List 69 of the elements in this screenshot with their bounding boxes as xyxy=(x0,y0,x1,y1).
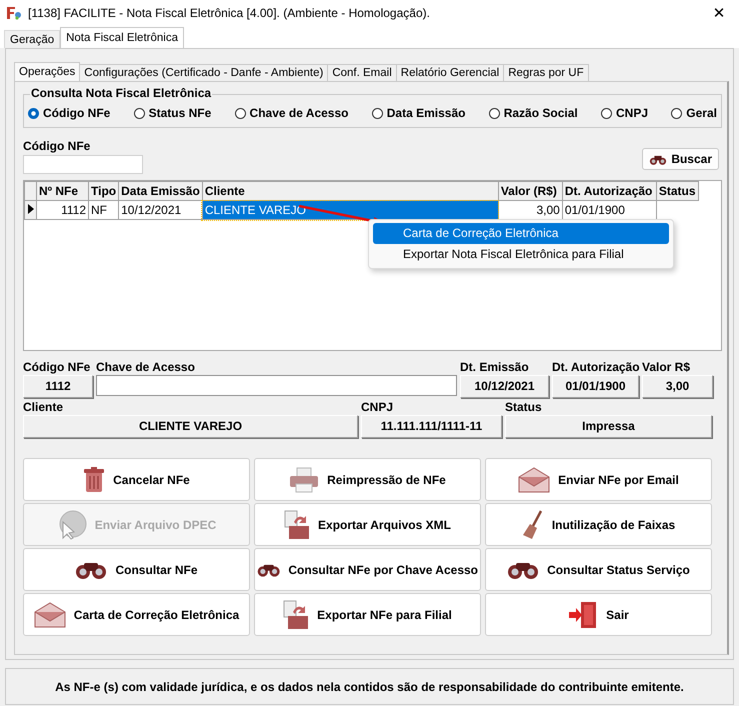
column-header[interactable]: Nº NFe xyxy=(36,182,88,200)
globe-cursor-icon xyxy=(56,510,87,540)
column-header[interactable]: Status xyxy=(656,182,698,200)
table-cell: NF xyxy=(88,200,119,220)
field-label: Código NFe xyxy=(23,139,92,153)
radio-option[interactable]: Código NFe xyxy=(28,106,110,120)
field-label: Status xyxy=(505,400,543,414)
table-cell: 1112 xyxy=(36,200,88,220)
search-button[interactable]: Buscar xyxy=(642,148,719,170)
window-title: [1138] FACILITE - Nota Fiscal Eletrônica [4.00]. (Ambiente - Homologação). xyxy=(28,6,431,20)
radio-option[interactable]: Razão Social xyxy=(488,106,578,120)
radio-option[interactable]: Data Emissão xyxy=(372,106,466,120)
input-field[interactable] xyxy=(96,375,457,396)
field-label: Dt. Emissão xyxy=(460,360,530,374)
column-header[interactable]: Data Emissão xyxy=(118,182,202,200)
field-label: Valor R$ xyxy=(642,360,692,374)
action-button[interactable]: Cancelar NFe xyxy=(23,458,250,501)
action-button[interactable]: Exportar NFe para Filial xyxy=(254,593,481,636)
value-display: 01/01/1900 xyxy=(552,375,639,398)
group-title: Consulta Nota Fiscal Eletrônica xyxy=(30,86,212,100)
app-logo-icon xyxy=(6,5,22,21)
value-display: Impressa xyxy=(505,415,712,438)
radio-option[interactable]: Status NFe xyxy=(134,106,212,120)
action-button[interactable]: Carta de Correção Eletrônica xyxy=(23,593,250,636)
value-display: 11.111.111/1111-11 xyxy=(361,415,502,438)
tab[interactable]: Configurações (Certificado - Danfe - Ambiente) xyxy=(79,64,328,81)
value-display: CLIENTE VAREJO xyxy=(23,415,358,438)
action-button[interactable]: Inutilização de Faixas xyxy=(485,503,712,546)
export-box-icon xyxy=(284,510,310,540)
envelope-icon xyxy=(518,466,550,492)
column-header[interactable]: Cliente xyxy=(202,182,498,200)
action-button[interactable]: Consultar NFe por Chave Acesso xyxy=(254,548,481,591)
tab[interactable]: Operações xyxy=(14,62,80,81)
close-button[interactable]: ✕ xyxy=(699,0,739,26)
action-button[interactable]: Consultar Status Serviço xyxy=(485,548,712,591)
field-label: Dt. Autorização xyxy=(552,360,639,374)
column-header[interactable]: Dt. Autorização xyxy=(562,182,656,200)
field-label: Cliente xyxy=(23,400,64,414)
menu-item[interactable]: Exportar Nota Fiscal Eletrônica para Filial xyxy=(373,244,669,265)
trash-icon xyxy=(83,466,106,492)
envelope-icon xyxy=(34,602,66,628)
export-box-icon xyxy=(283,600,310,630)
search-field[interactable] xyxy=(23,155,143,174)
field-label: CNPJ xyxy=(361,400,394,414)
tab[interactable]: Nota Fiscal Eletrônica xyxy=(60,27,184,48)
column-header[interactable]: Valor (R$) xyxy=(498,182,562,200)
column-header[interactable]: Tipo xyxy=(88,182,119,200)
table-cell: CLIENTE VAREJO xyxy=(202,200,498,220)
action-button[interactable]: Sair xyxy=(485,593,712,636)
menu-item[interactable]: Carta de Correção Eletrônica xyxy=(373,223,669,244)
action-button[interactable]: Consultar NFe xyxy=(23,548,250,591)
field-label: Chave de Acesso xyxy=(96,360,196,374)
radio-option[interactable]: Geral xyxy=(671,106,717,120)
value-display: 1112 xyxy=(23,375,93,398)
value-display: 10/12/2021 xyxy=(460,375,549,398)
printer-icon xyxy=(289,466,320,492)
action-button[interactable]: Exportar Arquivos XML xyxy=(254,503,481,546)
tab[interactable]: Regras por UF xyxy=(503,64,589,81)
tab[interactable]: Geração xyxy=(4,30,60,48)
radio-option[interactable]: Chave de Acesso xyxy=(234,106,348,120)
broom-icon xyxy=(522,510,544,540)
row-pointer-icon xyxy=(28,204,34,214)
value-display: 3,00 xyxy=(642,375,713,398)
field-label: Código NFe xyxy=(23,360,92,374)
exit-door-icon xyxy=(568,600,598,628)
status-message: As NF-e (s) com validade jurídica, e os dados nela contidos são de responsabilidade do contribuinte emitente. xyxy=(5,668,734,705)
action-button[interactable]: Enviar NFe por Email xyxy=(485,458,712,501)
radio-option[interactable]: CNPJ xyxy=(601,106,648,120)
action-button[interactable]: Reimpressão de NFe xyxy=(254,458,481,501)
